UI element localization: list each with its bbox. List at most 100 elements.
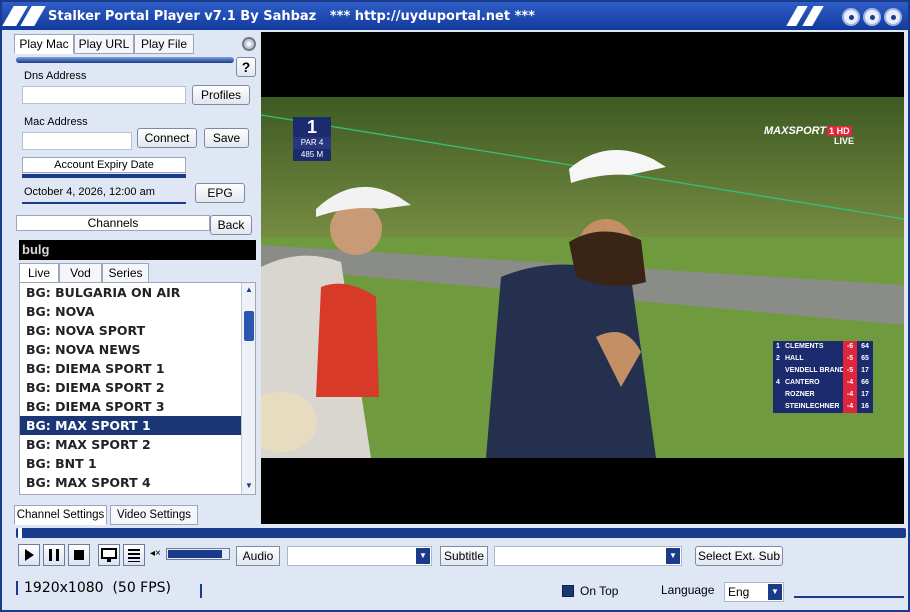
leaderboard-row: STEINLECHNER -4 16 [773, 401, 873, 413]
minimize-button[interactable] [842, 8, 860, 26]
leaderboard-score: -4 [843, 377, 857, 389]
status-bar: 1920x1080 (50 FPS) [16, 580, 171, 596]
back-button[interactable]: Back [210, 215, 252, 235]
connect-button[interactable]: Connect [137, 128, 197, 148]
fps-text: (50 FPS) [112, 580, 172, 596]
channel-list-item[interactable]: BG: DIEMA SPORT 2 [20, 378, 255, 397]
resolution-text: 1920x1080 [24, 580, 104, 596]
scroll-up-icon[interactable]: ▲ [244, 285, 254, 295]
gear-icon[interactable] [239, 34, 259, 54]
channel-list-item[interactable]: BG: NOVA [20, 302, 255, 321]
title-bar[interactable]: Stalker Portal Player v7.1 By Sahbaz ***… [2, 2, 908, 30]
audio-label: Audio [236, 546, 280, 566]
scroll-down-icon[interactable]: ▼ [244, 481, 254, 491]
channel-list-item[interactable]: BG: MAX SPORT 4 [20, 473, 255, 492]
help-button[interactable]: ? [236, 57, 256, 77]
stop-icon [74, 550, 84, 560]
dns-input[interactable] [22, 86, 186, 104]
leaderboard-name: VENDELL BRANDEN [785, 367, 843, 374]
leaderboard-thru: 17 [861, 367, 869, 374]
epg-button[interactable]: EPG [195, 183, 245, 203]
leaderboard-pos [773, 401, 783, 413]
play-icon [25, 549, 34, 561]
leaderboard-name: CANTERO [785, 379, 820, 386]
pause-button[interactable] [43, 544, 65, 566]
leaderboard-row: 1 CLEMENTS -6 64 [773, 341, 873, 353]
channel-list-item[interactable]: BG: BULGARIA ON AIR [20, 283, 255, 302]
language-value: Eng [728, 585, 750, 599]
subtitle-label: Subtitle [440, 546, 488, 566]
expiry-header: Account Expiry Date [22, 157, 186, 173]
leaderboard-row: ROZNER -4 17 [773, 389, 873, 401]
list-icon [128, 549, 140, 562]
seek-thumb[interactable] [18, 528, 22, 538]
video-frame: 1 PAR 4 485 M MAXSPORT 1 HD LIVE 1 CLEMENT… [261, 97, 904, 458]
language-select[interactable]: Eng ▼ [724, 582, 784, 602]
channel-list-item[interactable]: BG: MAX SPORT 2 [20, 435, 255, 454]
mac-input[interactable] [22, 132, 132, 150]
leaderboard-name: HALL [785, 355, 804, 362]
tab-video-settings[interactable]: Video Settings [110, 505, 198, 525]
mac-label: Mac Address [24, 116, 88, 128]
stop-button[interactable] [68, 544, 90, 566]
profiles-button[interactable]: Profiles [192, 85, 250, 105]
monitor-icon [101, 548, 117, 562]
leaderboard-score: -4 [843, 401, 857, 413]
channel-list-item[interactable]: BG: DIEMA SPORT 3 [20, 397, 255, 416]
play-button[interactable] [18, 544, 40, 566]
close-button[interactable] [884, 8, 902, 26]
leaderboard-thru: 16 [861, 403, 869, 410]
tab-series[interactable]: Series [102, 263, 149, 283]
tab-play-mac[interactable]: Play Mac [14, 34, 74, 54]
channel-search-input[interactable]: bulg [19, 240, 256, 260]
subtitle-select[interactable]: ▼ [494, 546, 682, 566]
audio-select[interactable]: ▼ [287, 546, 432, 566]
tab-live[interactable]: Live [19, 263, 59, 283]
channel-scrollbar[interactable]: ▲ ▼ [241, 283, 255, 494]
select-ext-sub-button[interactable]: Select Ext. Sub [695, 546, 783, 566]
hole-par: PAR 4 [293, 137, 331, 149]
on-top-label: On Top [580, 584, 619, 598]
tab-channel-settings[interactable]: Channel Settings [14, 505, 107, 525]
fullscreen-button[interactable] [98, 544, 120, 566]
channel-list-item[interactable]: BG: BNT 1 [20, 454, 255, 473]
leaderboard-pos: 4 [776, 379, 780, 386]
tab-vod[interactable]: Vod [59, 263, 102, 283]
chevron-down-icon: ▼ [666, 548, 680, 564]
scroll-thumb[interactable] [244, 311, 254, 341]
leaderboard: 1CLEMENTS-6642HALL-565VENDELL BRANDEN-51… [773, 341, 873, 413]
maximize-button[interactable] [863, 8, 881, 26]
speaker-mute-icon[interactable]: ◂× [150, 548, 161, 559]
video-player[interactable]: 1 PAR 4 485 M MAXSPORT 1 HD LIVE 1 CLEMENT… [261, 32, 904, 524]
on-top-checkbox[interactable] [562, 585, 574, 597]
broadcaster-logo: MAXSPORT 1 HD LIVE [764, 125, 854, 146]
playlist-button[interactable] [123, 544, 145, 566]
leaderboard-pos [773, 389, 783, 401]
leaderboard-pos: 2 [776, 355, 780, 362]
leaderboard-thru: 64 [861, 343, 869, 350]
tab-play-url[interactable]: Play URL [74, 34, 134, 54]
volume-slider[interactable] [166, 548, 230, 560]
channel-rows: BG: BULGARIA ON AIR BG: NOVA BG: NOVA SPOR… [20, 283, 255, 492]
save-button[interactable]: Save [204, 128, 249, 148]
leaderboard-row: 4 CANTERO -4 66 [773, 377, 873, 389]
leaderboard-row: VENDELL BRANDEN-5 17 [773, 365, 873, 377]
leaderboard-name: STEINLECHNER [785, 403, 840, 410]
hole-info-badge: 1 PAR 4 485 M [293, 117, 331, 163]
status-divider [16, 581, 18, 595]
volume-fill [168, 550, 222, 558]
leaderboard-score: -5 [843, 353, 857, 365]
leaderboard-thru: 17 [861, 391, 869, 398]
channel-list-item[interactable]: BG: MAX SPORT 1 [20, 416, 255, 435]
leaderboard-pos [773, 365, 783, 377]
channel-list-item[interactable]: BG: DIEMA SPORT 1 [20, 359, 255, 378]
channel-list-item[interactable]: BG: NOVA NEWS [20, 340, 255, 359]
seek-bar[interactable] [16, 528, 906, 538]
tab-play-file[interactable]: Play File [134, 34, 194, 54]
status-divider [200, 584, 202, 598]
channel-list-item[interactable]: BG: NOVA SPORT [20, 321, 255, 340]
leaderboard-name: ROZNER [785, 391, 815, 398]
channel-list[interactable]: BG: BULGARIA ON AIR BG: NOVA BG: NOVA SPOR… [19, 282, 256, 495]
bottom-controls: ◂× Audio ▼ Subtitle ▼ Select Ext. Sub 19… [4, 526, 906, 610]
leaderboard-pos: 1 [776, 343, 780, 350]
